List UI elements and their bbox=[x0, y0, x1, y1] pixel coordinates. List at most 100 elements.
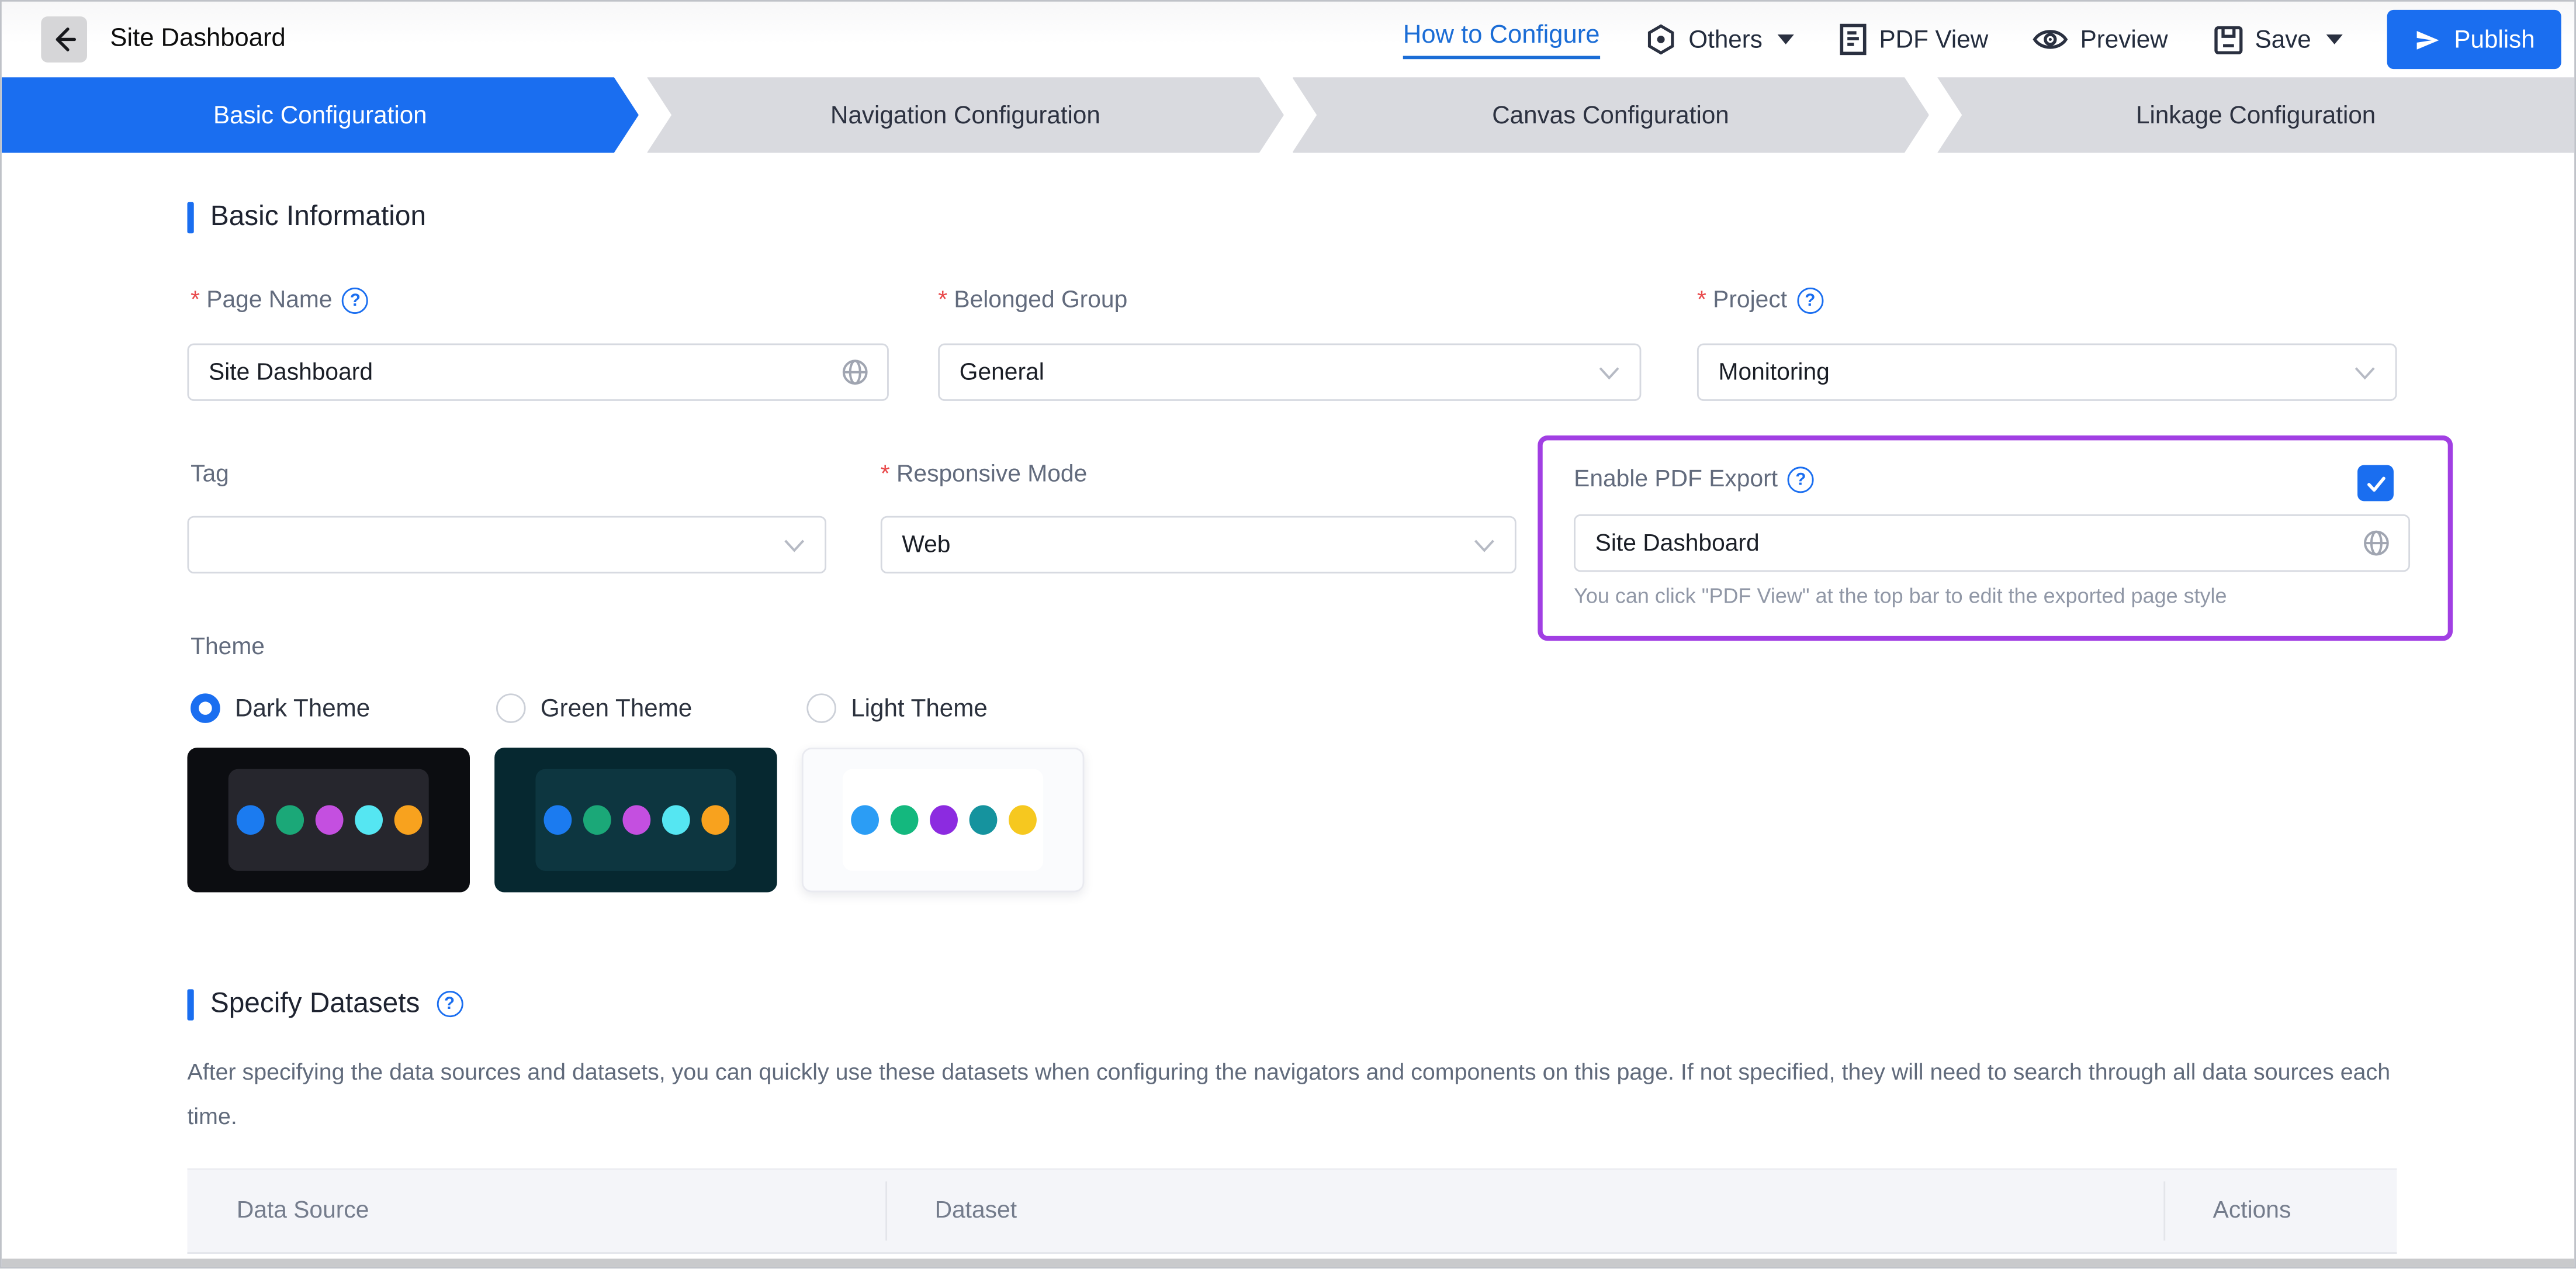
horizontal-scrollbar[interactable] bbox=[1, 1258, 2575, 1267]
theme-dot bbox=[582, 805, 611, 835]
step-label: Linkage Configuration bbox=[2135, 101, 2376, 129]
page-title: Site Dashboard bbox=[110, 25, 286, 53]
top-bar: Site Dashboard How to Configure Others P… bbox=[1, 1, 2575, 78]
tab-basic-configuration[interactable]: Basic Configuration bbox=[2, 77, 639, 153]
tab-navigation-configuration[interactable]: Navigation Configuration bbox=[647, 77, 1284, 153]
column-divider bbox=[2163, 1181, 2166, 1241]
eye-icon bbox=[2033, 25, 2069, 54]
section-accent-bar bbox=[187, 988, 194, 1020]
column-header-actions: Actions bbox=[2213, 1198, 2291, 1225]
back-button[interactable] bbox=[41, 16, 87, 63]
page-name-input[interactable] bbox=[189, 345, 842, 400]
radio-dark-theme[interactable] bbox=[191, 693, 220, 723]
theme-dot bbox=[236, 805, 264, 835]
section-accent-bar bbox=[187, 201, 194, 233]
selected-value: Monitoring bbox=[1718, 359, 1830, 386]
pdf-view-button[interactable]: PDF View bbox=[1838, 23, 1988, 56]
publish-label: Publish bbox=[2454, 25, 2535, 54]
help-icon[interactable] bbox=[436, 991, 463, 1018]
project-select[interactable]: Monitoring bbox=[1696, 343, 2397, 401]
save-disk-icon bbox=[2213, 24, 2243, 55]
page-name-input-box bbox=[187, 343, 889, 401]
light-theme-preview[interactable] bbox=[801, 748, 1085, 893]
theme-dot bbox=[968, 805, 996, 835]
selected-value: Web bbox=[902, 531, 951, 558]
others-menu[interactable]: Others bbox=[1644, 23, 1794, 56]
theme-dot bbox=[543, 805, 571, 835]
column-header-data-source: Data Source bbox=[236, 1198, 369, 1225]
send-icon bbox=[2413, 26, 2441, 54]
project-label: Project bbox=[1697, 287, 1823, 314]
how-to-configure-link[interactable]: How to Configure bbox=[1403, 20, 1600, 58]
responsive-mode-label: Responsive Mode bbox=[881, 462, 1087, 488]
theme-panel bbox=[843, 769, 1044, 871]
document-icon bbox=[1838, 23, 1868, 56]
theme-dot bbox=[622, 805, 650, 835]
help-icon[interactable] bbox=[342, 287, 369, 314]
tag-label: Tag bbox=[191, 461, 229, 488]
theme-label: Theme bbox=[191, 634, 265, 661]
specify-datasets-header: Specify Datasets bbox=[187, 987, 463, 1021]
step-label: Basic Configuration bbox=[213, 101, 427, 129]
tag-select[interactable] bbox=[187, 516, 827, 574]
preview-button[interactable]: Preview bbox=[2033, 25, 2168, 54]
step-label: Navigation Configuration bbox=[830, 101, 1100, 129]
chevron-down-icon bbox=[2326, 34, 2343, 44]
theme-dot bbox=[661, 805, 690, 835]
globe-icon[interactable] bbox=[841, 358, 869, 386]
help-icon[interactable] bbox=[1796, 287, 1823, 314]
page-scale-wrapper: Site Dashboard How to Configure Others P… bbox=[0, 0, 2576, 1269]
tab-canvas-configuration[interactable]: Canvas Configuration bbox=[1292, 77, 1929, 153]
tab-linkage-configuration[interactable]: Linkage Configuration bbox=[1937, 77, 2575, 153]
chevron-down-icon bbox=[1474, 538, 1495, 552]
help-icon[interactable] bbox=[1787, 466, 1814, 493]
app-window: Site Dashboard How to Configure Others P… bbox=[0, 0, 2576, 1269]
selected-value: General bbox=[959, 359, 1044, 386]
section-title: Specify Datasets bbox=[210, 987, 420, 1019]
chevron-down-icon bbox=[1598, 365, 1620, 379]
datasets-description: After specifying the data sources and da… bbox=[187, 1058, 2391, 1129]
basic-information-header: Basic Information bbox=[187, 200, 426, 233]
belonged-group-select[interactable]: General bbox=[938, 343, 1642, 401]
hexagon-settings-icon bbox=[1644, 23, 1677, 56]
radio-light-theme[interactable] bbox=[806, 693, 836, 723]
radio-green-theme[interactable] bbox=[496, 693, 526, 723]
theme-dot bbox=[314, 805, 343, 835]
preview-label: Preview bbox=[2080, 25, 2168, 54]
table-header-row: Data Source Dataset Actions bbox=[187, 1168, 2397, 1254]
responsive-mode-select[interactable]: Web bbox=[880, 516, 1516, 574]
publish-button[interactable]: Publish bbox=[2387, 9, 2561, 70]
pdf-export-helper-text: You can click "PDF View" at the top bar … bbox=[1574, 583, 2227, 608]
enable-pdf-export-label: Enable PDF Export bbox=[1574, 466, 1814, 493]
theme-dot bbox=[275, 805, 303, 835]
belonged-group-label: Belonged Group bbox=[938, 288, 1127, 314]
theme-dot bbox=[1007, 805, 1036, 835]
save-button[interactable]: Save bbox=[2213, 24, 2343, 55]
dark-theme-label: Dark Theme bbox=[235, 695, 371, 723]
theme-dot bbox=[889, 805, 918, 835]
chevron-down-icon bbox=[2354, 365, 2376, 379]
theme-dot bbox=[354, 805, 382, 835]
green-theme-label: Green Theme bbox=[540, 695, 693, 723]
dark-theme-preview[interactable] bbox=[187, 748, 470, 893]
globe-icon[interactable] bbox=[2363, 529, 2391, 557]
chevron-down-icon bbox=[784, 538, 805, 552]
theme-panel bbox=[228, 769, 429, 871]
theme-dot bbox=[929, 805, 957, 835]
pdf-export-name-input[interactable] bbox=[1575, 516, 2363, 570]
step-label: Canvas Configuration bbox=[1492, 101, 1729, 129]
top-bar-actions: How to Configure Others PDF View Preview bbox=[1403, 2, 2561, 77]
section-title: Basic Information bbox=[210, 200, 427, 232]
theme-dot bbox=[850, 805, 878, 835]
check-icon bbox=[2363, 471, 2388, 495]
column-header-dataset: Dataset bbox=[934, 1198, 1017, 1225]
configuration-step-bar: Basic Configuration Navigation Configura… bbox=[1, 77, 2575, 153]
pdf-export-name-input-box bbox=[1574, 514, 2411, 572]
theme-dot bbox=[393, 805, 422, 835]
page-name-label: Page Name bbox=[191, 287, 369, 314]
light-theme-label: Light Theme bbox=[851, 695, 988, 723]
theme-panel bbox=[535, 769, 736, 871]
green-theme-preview[interactable] bbox=[494, 748, 777, 893]
chevron-down-icon bbox=[1777, 34, 1794, 44]
enable-pdf-export-checkbox[interactable] bbox=[2357, 465, 2394, 502]
